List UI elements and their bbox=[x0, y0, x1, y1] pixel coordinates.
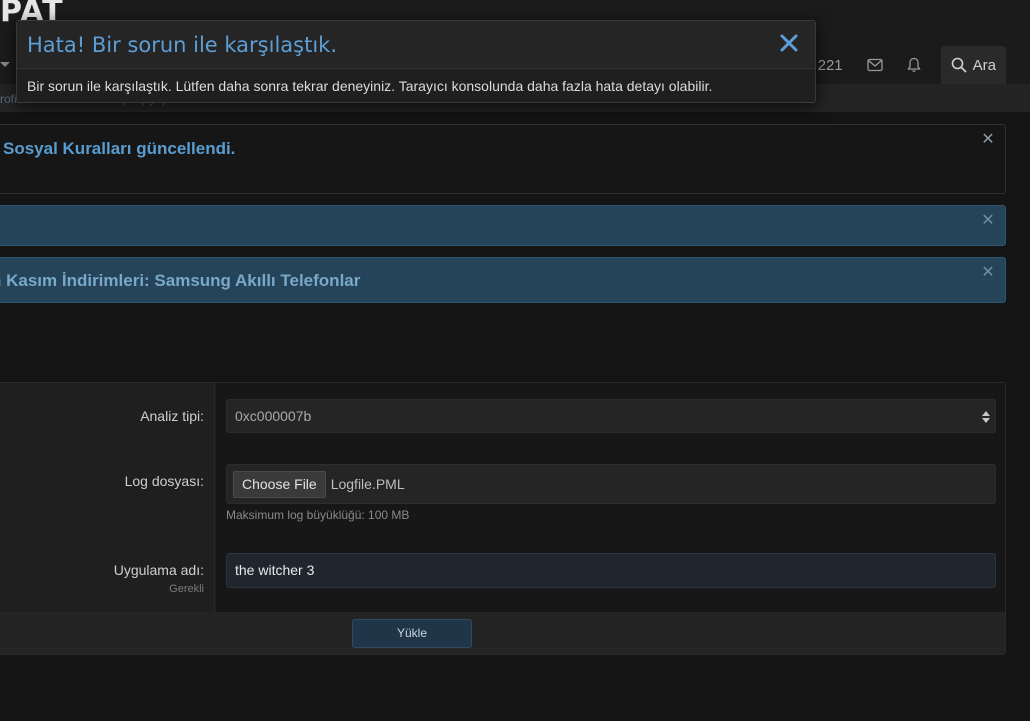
app-name-input[interactable]: the witcher 3 bbox=[226, 553, 996, 588]
form-labels: Analiz tipi: Log dosyası: Uygulama adı: … bbox=[0, 383, 215, 612]
search-label: Ara bbox=[972, 56, 996, 74]
analysis-type-select[interactable]: 0xc000007b bbox=[226, 399, 996, 433]
analysis-type-label: Analiz tipi: bbox=[140, 408, 204, 424]
notice-rules: Sosyal Kuralları güncellendi. ✕ bbox=[0, 124, 1006, 194]
modal-header: Hata! Bir sorun ile karşılaştık. bbox=[17, 21, 815, 69]
form-fields: 0xc000007b Choose File Logfile.PML Maksi… bbox=[216, 383, 1005, 612]
select-arrows-icon bbox=[982, 409, 990, 425]
notice-text[interactable]: n Kasım İndirimleri: Samsung Akıllı Tele… bbox=[0, 271, 360, 291]
close-icon[interactable] bbox=[779, 33, 799, 53]
inbox-icon[interactable] bbox=[855, 46, 895, 84]
log-file-label: Log dosyası: bbox=[124, 473, 204, 489]
search-icon bbox=[951, 57, 967, 73]
log-file-input[interactable]: Choose File Logfile.PML bbox=[226, 464, 996, 504]
modal-title: Hata! Bir sorun ile karşılaştık. bbox=[27, 33, 338, 57]
chevron-down-icon[interactable] bbox=[0, 62, 10, 67]
close-icon[interactable]: ✕ bbox=[981, 132, 995, 148]
close-icon[interactable]: ✕ bbox=[981, 265, 995, 281]
analysis-type-value: 0xc000007b bbox=[235, 408, 312, 424]
choose-file-button[interactable]: Choose File bbox=[233, 471, 326, 498]
modal-message: Bir sorun ile karşılaştık. Lütfen daha s… bbox=[27, 78, 713, 94]
header-nav: 221 Ara bbox=[806, 46, 1006, 84]
notice-text[interactable]: Sosyal Kuralları güncellendi. bbox=[3, 139, 235, 159]
search-tab[interactable]: Ara bbox=[940, 46, 1006, 84]
log-size-hint: Maksimum log büyüklüğü: 100 MB bbox=[226, 508, 410, 522]
bell-icon[interactable] bbox=[895, 46, 933, 84]
form-submit-row: Yükle bbox=[0, 612, 1005, 654]
file-name: Logfile.PML bbox=[330, 476, 405, 492]
error-modal: Hata! Bir sorun ile karşılaştık. Bir sor… bbox=[16, 20, 816, 103]
upload-button[interactable]: Yükle bbox=[352, 619, 472, 648]
log-upload-form: Analiz tipi: Log dosyası: Uygulama adı: … bbox=[0, 382, 1006, 655]
required-hint: Gerekli bbox=[169, 583, 204, 595]
notice-sale: n Kasım İndirimleri: Samsung Akıllı Tele… bbox=[0, 257, 1006, 303]
close-icon[interactable]: ✕ bbox=[981, 213, 995, 229]
notice-blank: ✕ bbox=[0, 205, 1006, 246]
app-name-label: Uygulama adı: bbox=[113, 562, 204, 578]
